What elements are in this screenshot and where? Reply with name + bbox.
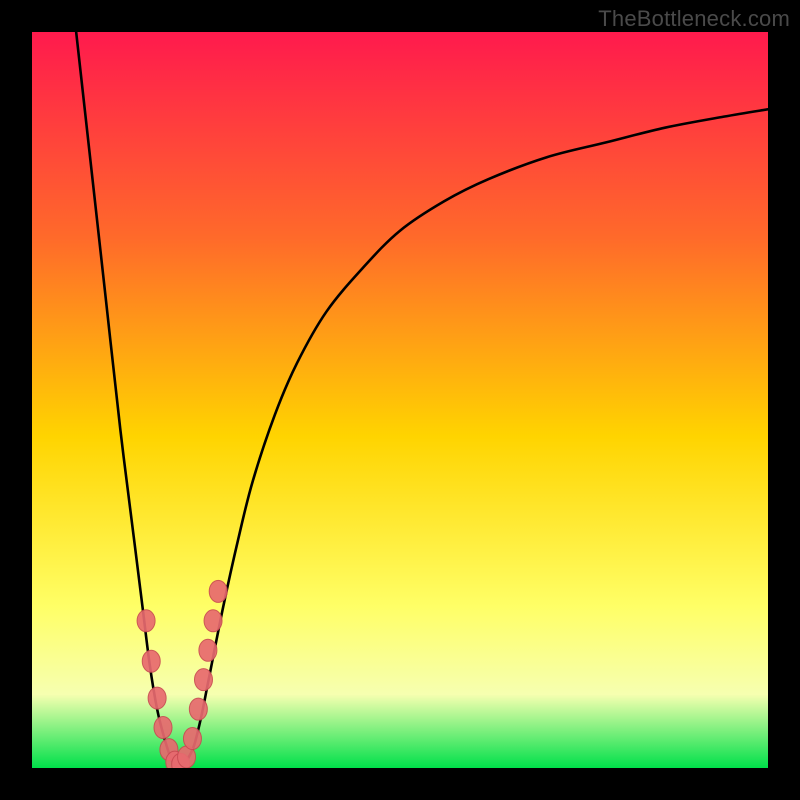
curve-marker <box>209 580 227 602</box>
curve-marker <box>137 610 155 632</box>
plot-area <box>32 32 768 768</box>
curve-marker <box>199 639 217 661</box>
bottleneck-chart <box>32 32 768 768</box>
curve-marker <box>154 717 172 739</box>
curve-marker <box>204 610 222 632</box>
curve-marker <box>194 669 212 691</box>
curve-marker <box>148 687 166 709</box>
curve-marker <box>142 650 160 672</box>
watermark-text: TheBottleneck.com <box>598 6 790 32</box>
chart-frame: TheBottleneck.com <box>0 0 800 800</box>
curve-marker <box>183 728 201 750</box>
curve-marker <box>189 698 207 720</box>
